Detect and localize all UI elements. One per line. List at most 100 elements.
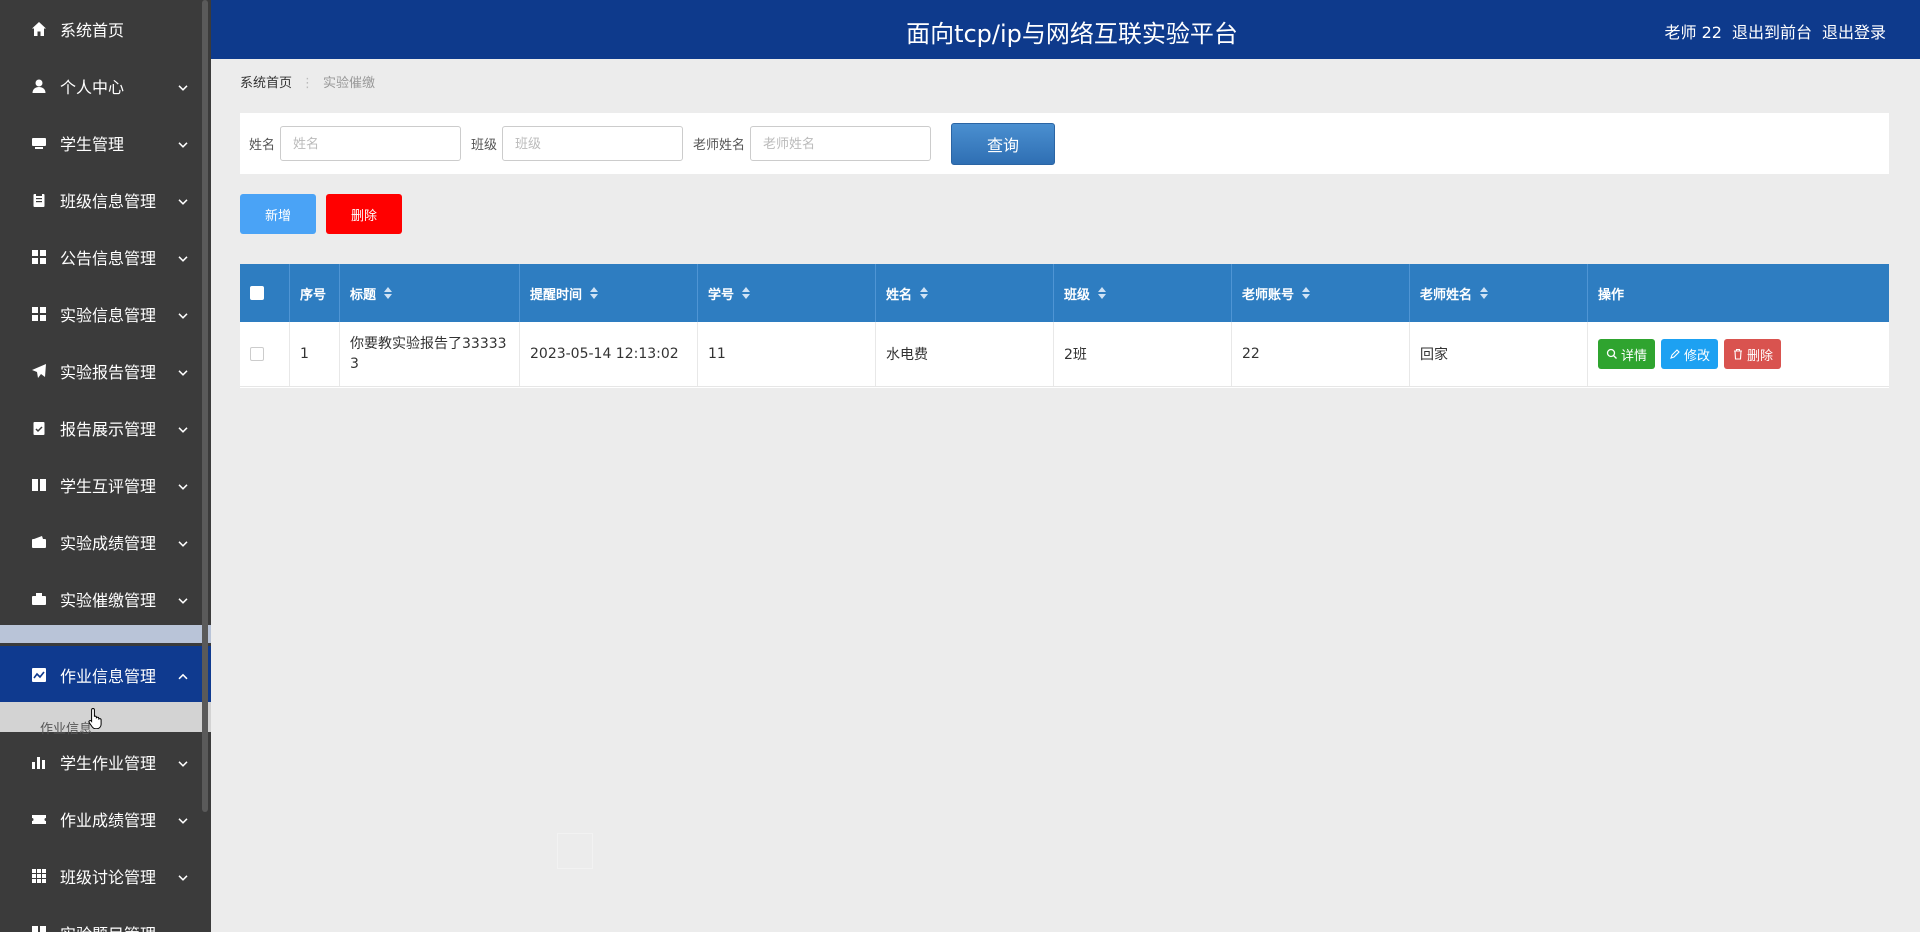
sidebar-item-label: 班级讨论管理 — [60, 867, 157, 887]
clipboard-icon — [30, 191, 48, 209]
sidebar-item-class-info[interactable]: 班级信息管理 — [0, 171, 211, 228]
col-header-title[interactable]: 标题 — [340, 264, 520, 322]
sidebar-item-label: 作业成绩管理 — [60, 810, 157, 830]
bar-chart-icon — [30, 753, 48, 771]
edit-button[interactable]: 修改 — [1661, 339, 1719, 369]
detail-button[interactable]: 详情 — [1598, 339, 1656, 369]
trash-icon — [1734, 348, 1743, 360]
sidebar-item-label: 班级信息管理 — [60, 191, 157, 211]
row-checkbox[interactable] — [250, 347, 264, 361]
sidebar-item-personal[interactable]: 个人中心 — [0, 57, 211, 114]
name-input[interactable] — [280, 126, 462, 161]
sidebar-item-label: 实验信息管理 — [60, 305, 157, 325]
sort-icon[interactable] — [920, 287, 929, 299]
col-header-label: 操作 — [1598, 287, 1625, 303]
sort-icon[interactable] — [1302, 287, 1311, 299]
select-all-cell — [240, 264, 290, 322]
sidebar-hover-strip — [0, 625, 211, 643]
col-header-student-no[interactable]: 学号 — [698, 264, 876, 322]
sidebar-item-experiment-report[interactable]: 实验报告管理 — [0, 342, 211, 399]
sidebar-item-experiment-info[interactable]: 实验信息管理 — [0, 285, 211, 342]
user-area: 老师 22 退出到前台 退出登录 — [1665, 19, 1886, 43]
send-icon — [30, 362, 48, 380]
sidebar-item-label: 实验催缴管理 — [60, 590, 157, 610]
sidebar-item-notice[interactable]: 公告信息管理 — [0, 228, 211, 285]
chevron-down-icon — [177, 192, 189, 205]
col-header-class[interactable]: 班级 — [1054, 264, 1232, 322]
pencil-icon — [1670, 349, 1680, 359]
chevron-down-icon — [177, 306, 189, 319]
col-header-teacher-name[interactable]: 老师姓名 — [1410, 264, 1588, 322]
sidebar-item-label: 实验题目管理 — [60, 921, 156, 932]
breadcrumb-home[interactable]: 系统首页 — [240, 76, 292, 91]
class-input[interactable] — [502, 126, 684, 161]
exit-to-front-link[interactable]: 退出到前台 — [1732, 19, 1812, 43]
table-header: 序号 标题 提醒时间 学号 姓名 班级 老师账号 老师姓名 操作 — [240, 264, 1889, 322]
sidebar-item-label: 个人中心 — [60, 77, 125, 97]
sidebar-item-homework-score[interactable]: 作业成绩管理 — [0, 790, 211, 847]
sidebar-item-students[interactable]: 学生管理 — [0, 114, 211, 171]
book-icon — [30, 476, 48, 494]
col-header-label: 序号 — [300, 287, 327, 303]
logout-link[interactable]: 退出登录 — [1822, 19, 1886, 43]
sidebar-scrollbar[interactable] — [202, 0, 208, 812]
briefcase-icon — [30, 590, 48, 608]
sidebar-subitem-homework-info[interactable]: 作业信息 — [0, 702, 211, 737]
sort-icon[interactable] — [590, 287, 599, 299]
col-header-label: 姓名 — [886, 287, 913, 303]
breadcrumb: 系统首页 ⋮ 实验催缴 — [240, 72, 375, 91]
name-label: 姓名 — [249, 138, 276, 153]
sidebar-item-home[interactable]: 系统首页 — [0, 0, 211, 57]
add-button[interactable]: 新增 — [240, 194, 316, 234]
sort-icon[interactable] — [742, 287, 751, 299]
sidebar: 系统首页 个人中心 学生管理 班级信息管理 公告信息管理 实验信息管理 实验报告… — [0, 0, 211, 932]
class-label: 班级 — [471, 138, 498, 153]
sidebar-item-label: 实验成绩管理 — [60, 533, 157, 553]
delete-button-label: 删除 — [1747, 348, 1774, 364]
select-all-checkbox[interactable] — [250, 286, 264, 300]
col-header-label: 学号 — [708, 287, 735, 303]
sidebar-item-experiment-score[interactable]: 实验成绩管理 — [0, 513, 211, 570]
sort-icon[interactable] — [1098, 287, 1107, 299]
sidebar-item-experiment-urge[interactable]: 实验催缴管理 — [0, 570, 211, 627]
breadcrumb-separator: ⋮ — [301, 76, 315, 91]
sidebar-item-class-discussion[interactable]: 班级讨论管理 — [0, 847, 211, 904]
sidebar-item-student-homework[interactable]: 学生作业管理 — [0, 733, 211, 790]
chart-icon — [30, 666, 48, 684]
sidebar-item-experiment-topic[interactable]: 实验题目管理 — [0, 904, 211, 932]
grid-icon — [30, 248, 48, 266]
col-header-remind-time[interactable]: 提醒时间 — [520, 264, 698, 322]
sidebar-item-report-display[interactable]: 报告展示管理 — [0, 399, 211, 456]
col-header-teacher-account[interactable]: 老师账号 — [1232, 264, 1410, 322]
sidebar-item-label: 实验报告管理 — [60, 362, 157, 382]
chevron-up-icon — [177, 667, 189, 679]
clipboard-check-icon — [30, 419, 48, 437]
delete-button[interactable]: 删除 — [1724, 339, 1782, 369]
data-table: 序号 标题 提醒时间 学号 姓名 班级 老师账号 老师姓名 操作 1 你要教实验… — [240, 264, 1889, 388]
cell-index: 1 — [290, 322, 340, 386]
sort-icon[interactable] — [1480, 287, 1489, 299]
search-icon — [1606, 348, 1617, 359]
batch-delete-button[interactable]: 删除 — [326, 194, 402, 234]
search-panel: 姓名 班级 老师姓名 查询 — [240, 113, 1889, 174]
chevron-down-icon — [177, 868, 189, 881]
ghost-outline — [557, 833, 593, 869]
teacher-name-input[interactable] — [750, 126, 932, 161]
col-header-label: 老师姓名 — [1420, 287, 1473, 303]
cell-ops: 详情 修改 删除 — [1588, 322, 1889, 386]
row-select-cell — [240, 322, 290, 386]
breadcrumb-current: 实验催缴 — [323, 76, 376, 91]
sidebar-item-label: 报告展示管理 — [60, 419, 157, 439]
wallet-icon — [30, 533, 48, 551]
col-header-label: 提醒时间 — [530, 287, 583, 303]
sidebar-item-homework-info[interactable]: 作业信息管理 — [0, 646, 211, 703]
sidebar-item-peer-review[interactable]: 学生互评管理 — [0, 456, 211, 513]
col-header-name[interactable]: 姓名 — [876, 264, 1054, 322]
sidebar-item-label: 系统首页 — [60, 20, 125, 40]
col-header-ops: 操作 — [1588, 264, 1889, 322]
sort-icon[interactable] — [384, 287, 393, 299]
ticket-icon — [30, 810, 48, 828]
query-button[interactable]: 查询 — [951, 122, 1056, 165]
chevron-down-icon — [177, 591, 189, 604]
chevron-down-icon — [177, 534, 189, 547]
